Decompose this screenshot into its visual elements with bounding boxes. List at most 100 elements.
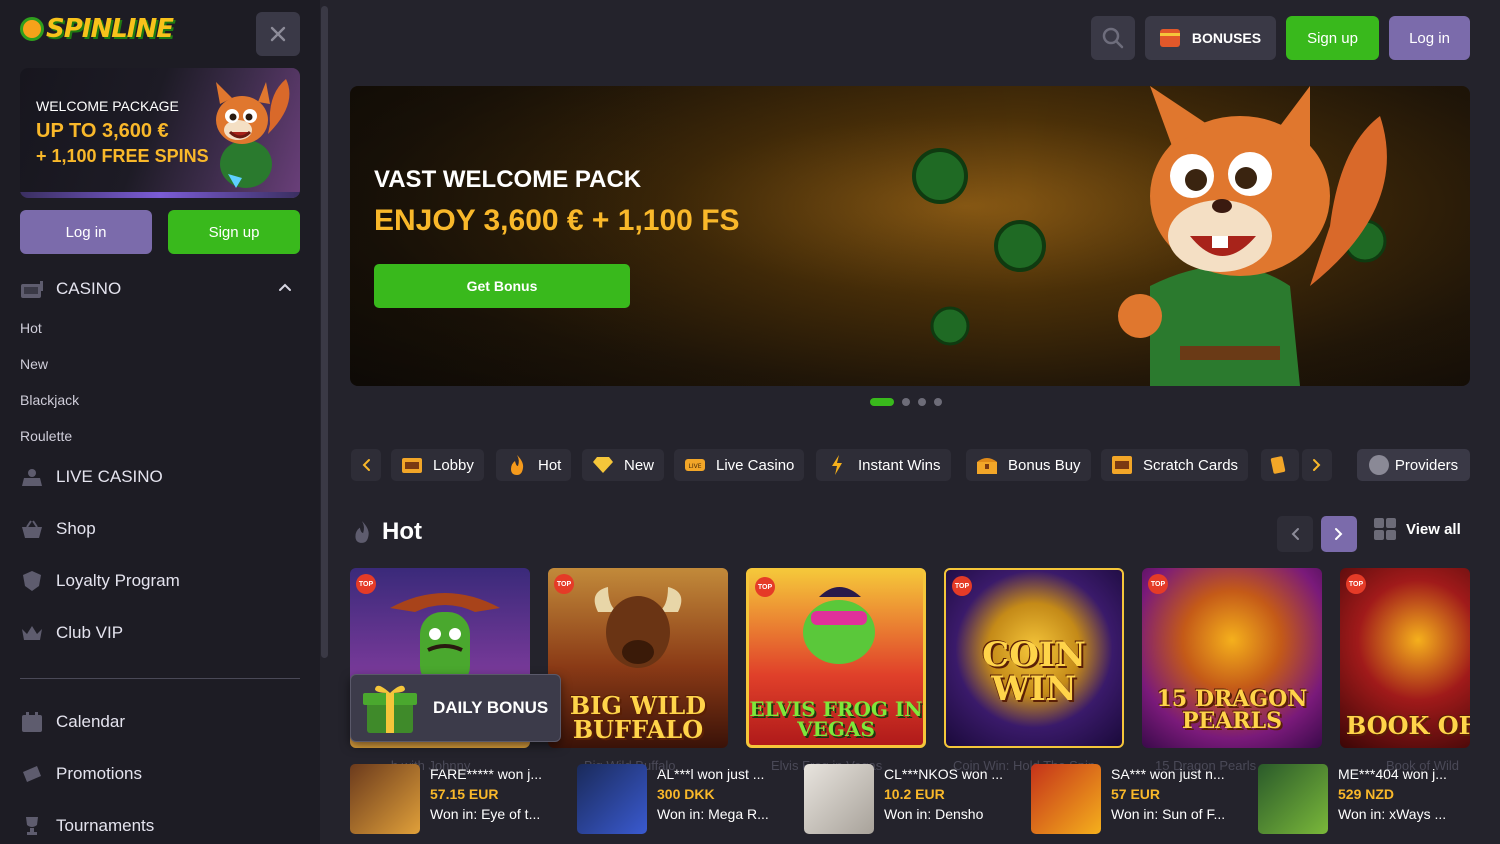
providers-button[interactable]: Providers <box>1357 449 1470 481</box>
daily-bonus-widget[interactable]: DAILY BONUS <box>350 674 561 742</box>
chevron-up-icon[interactable] <box>278 282 292 292</box>
view-all-button[interactable]: View all <box>1374 518 1461 540</box>
winner-item[interactable]: ME***404 won j... 529 NZD Won in: xWays … <box>1258 764 1470 834</box>
top-badge: TOP <box>1148 574 1168 594</box>
search-icon <box>1102 27 1124 49</box>
sidebar-item-live-casino[interactable]: LIVE CASINO <box>20 466 163 488</box>
winner-amount: 529 NZD <box>1338 786 1395 802</box>
winner-item[interactable]: AL***l won just ... 300 DKK Won in: Mega… <box>577 764 797 834</box>
winner-amount: 10.2 EUR <box>884 786 945 802</box>
sidebar-signup-button[interactable]: Sign up <box>168 210 300 254</box>
logo[interactable]: SPINLINE <box>20 14 174 44</box>
sidebar-item-club-vip[interactable]: Club VIP <box>20 622 123 644</box>
gift-icon <box>1159 29 1180 47</box>
get-bonus-button[interactable]: Get Bonus <box>374 264 630 308</box>
slot-machine-icon <box>20 278 44 300</box>
sidebar-sub-hot[interactable]: Hot <box>20 320 42 336</box>
header-login-button[interactable]: Log in <box>1389 16 1470 60</box>
chest-icon <box>976 455 998 475</box>
sidebar-divider <box>20 678 300 679</box>
category-label: Lobby <box>433 456 474 474</box>
category-more[interactable] <box>1261 449 1299 481</box>
winner-item[interactable]: SA*** won just n... 57 EUR Won in: Sun o… <box>1031 764 1251 834</box>
live-icon: LIVE <box>684 455 706 475</box>
carousel-dot[interactable] <box>870 398 894 406</box>
game-card[interactable]: ELVIS FROG IN VEGAS TOP <box>746 568 926 748</box>
hero-subtitle: ENJOY 3,600 € + 1,100 FS <box>374 204 740 237</box>
chevron-left-icon <box>1291 528 1299 540</box>
sidebar-item-label: Tournaments <box>56 816 155 835</box>
top-badge: TOP <box>1346 574 1366 594</box>
sidebar-sub-roulette[interactable]: Roulette <box>20 428 72 444</box>
winner-name: SA*** won just n... <box>1111 766 1225 782</box>
scratch-card-icon <box>1111 455 1133 475</box>
sidebar-item-label: Calendar <box>56 712 125 731</box>
daily-bonus-label: DAILY BONUS <box>433 698 549 717</box>
category-live-casino[interactable]: LIVE Live Casino <box>674 449 805 481</box>
sidebar-scrollbar[interactable] <box>321 6 328 658</box>
calendar-icon <box>20 711 44 733</box>
winner-amount: 57 EUR <box>1111 786 1161 802</box>
hot-title-text: Hot <box>382 518 422 545</box>
sidebar-item-tournaments[interactable]: Tournaments <box>20 815 154 837</box>
game-title: 15 DRAGON PEARLS <box>1156 686 1308 734</box>
sidebar-item-label: Shop <box>56 519 96 538</box>
category-lobby[interactable]: Lobby <box>391 449 484 481</box>
basket-icon <box>20 518 44 540</box>
category-scratch-cards[interactable]: Scratch Cards <box>1101 449 1249 481</box>
sidebar-sub-blackjack[interactable]: Blackjack <box>20 392 79 408</box>
welcome-line2: UP TO 3,600 € <box>36 120 169 142</box>
categories-next-button[interactable] <box>1302 449 1332 481</box>
view-all-label: View all <box>1406 520 1461 538</box>
search-button[interactable] <box>1091 16 1135 60</box>
category-label: Scratch Cards <box>1143 456 1239 474</box>
bonuses-button[interactable]: BONUSES <box>1145 16 1276 60</box>
carousel-dot[interactable] <box>918 398 926 406</box>
sidebar-login-button[interactable]: Log in <box>20 210 152 254</box>
hot-prev-button[interactable] <box>1277 516 1313 552</box>
carousel-dot[interactable] <box>902 398 910 406</box>
live-casino-icon <box>20 466 44 488</box>
winner-name: ME***404 won j... <box>1338 766 1447 782</box>
category-new[interactable]: New <box>582 449 665 481</box>
winner-game-thumbnail <box>577 764 647 834</box>
game-card[interactable]: 15 DRAGON PEARLS TOP <box>1142 568 1322 748</box>
sidebar-item-loyalty[interactable]: Loyalty Program <box>20 570 180 592</box>
slot-777-icon <box>401 455 423 475</box>
hero-title: VAST WELCOME PACK <box>374 166 642 193</box>
game-title: BOOK OF W <box>1346 711 1470 740</box>
winner-item[interactable]: FARE***** won j... 57.15 EUR Won in: Eye… <box>350 764 570 834</box>
winner-game-thumbnail <box>350 764 420 834</box>
carousel-dot[interactable] <box>934 398 942 406</box>
category-bonus-buy[interactable]: Bonus Buy <box>966 449 1091 481</box>
sidebar: SPINLINE WELCOME PACKAGE UP TO 3,600 € +… <box>0 0 320 844</box>
category-instant-wins[interactable]: Instant Wins <box>816 449 951 481</box>
header-signup-button[interactable]: Sign up <box>1286 16 1379 60</box>
categories-prev-button[interactable] <box>351 449 381 481</box>
welcome-package-card[interactable]: WELCOME PACKAGE UP TO 3,600 € + 1,100 FR… <box>20 68 300 198</box>
diamond-icon <box>592 455 614 475</box>
sidebar-sub-new[interactable]: New <box>20 356 48 372</box>
game-card[interactable]: BIG WILD BUFFALO TOP <box>548 568 728 748</box>
game-card[interactable]: COIN WIN TOP <box>944 568 1124 748</box>
flame-icon <box>506 455 528 475</box>
sidebar-item-label: CASINO <box>56 279 122 298</box>
game-card[interactable]: BOOK OF W TOP <box>1340 568 1470 748</box>
winner-game: Won in: Eye of t... <box>430 806 541 822</box>
sidebar-item-casino[interactable]: CASINO <box>20 278 121 300</box>
svg-text:LIVE: LIVE <box>688 463 701 470</box>
providers-icon <box>1368 455 1389 475</box>
category-hot[interactable]: Hot <box>496 449 572 481</box>
close-sidebar-button[interactable] <box>256 12 300 56</box>
logo-text: SPINLINE <box>46 14 174 44</box>
sidebar-item-promotions[interactable]: Promotions <box>20 763 142 785</box>
sidebar-item-shop[interactable]: Shop <box>20 518 96 540</box>
hot-next-button[interactable] <box>1321 516 1357 552</box>
sidebar-item-label: Club VIP <box>56 623 124 642</box>
sidebar-item-label: Promotions <box>56 764 142 783</box>
sidebar-item-calendar[interactable]: Calendar <box>20 711 125 733</box>
hero-banner[interactable]: VAST WELCOME PACK ENJOY 3,600 € + 1,100 … <box>350 86 1470 386</box>
game-title: BIG WILD BUFFALO <box>569 691 707 744</box>
sidebar-item-label: LIVE CASINO <box>56 467 163 486</box>
winner-item[interactable]: CL***NKOS won ... 10.2 EUR Won in: Densh… <box>804 764 1024 834</box>
